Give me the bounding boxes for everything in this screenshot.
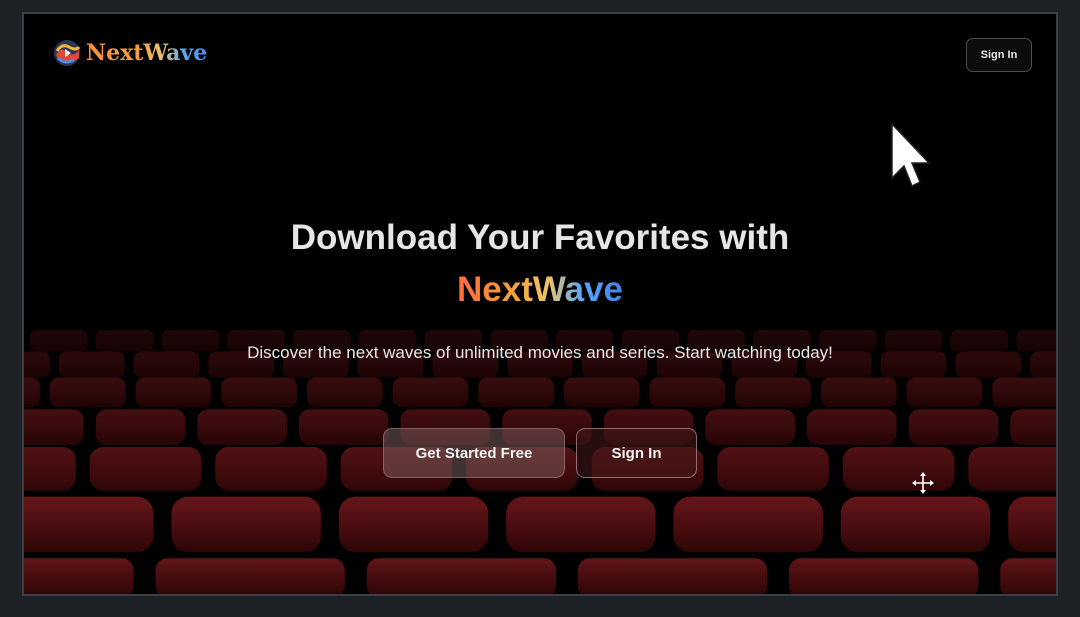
logo-text: NextWave: [86, 40, 208, 66]
header: NextWave Sign In: [24, 14, 1056, 94]
header-sign-in-button[interactable]: Sign In: [966, 38, 1032, 72]
hero-subtitle: Discover the next waves of unlimited mov…: [247, 343, 833, 362]
sign-in-button[interactable]: Sign In: [576, 428, 697, 478]
mouse-pointer-icon: [891, 122, 931, 188]
app-window: NextWave Sign In Download Your Favorites…: [22, 12, 1058, 596]
hero-brand: NextWave: [457, 266, 623, 314]
move-cursor-icon: [912, 472, 934, 494]
get-started-button[interactable]: Get Started Free: [383, 428, 565, 478]
wave-logo-icon: [54, 40, 81, 66]
hero: Download Your Favorites with NextWave Di…: [24, 214, 1056, 365]
logo[interactable]: NextWave: [52, 38, 207, 68]
hero-title: Download Your Favorites with: [290, 218, 790, 257]
cta-group: Get Started Free Sign In: [24, 428, 1056, 478]
